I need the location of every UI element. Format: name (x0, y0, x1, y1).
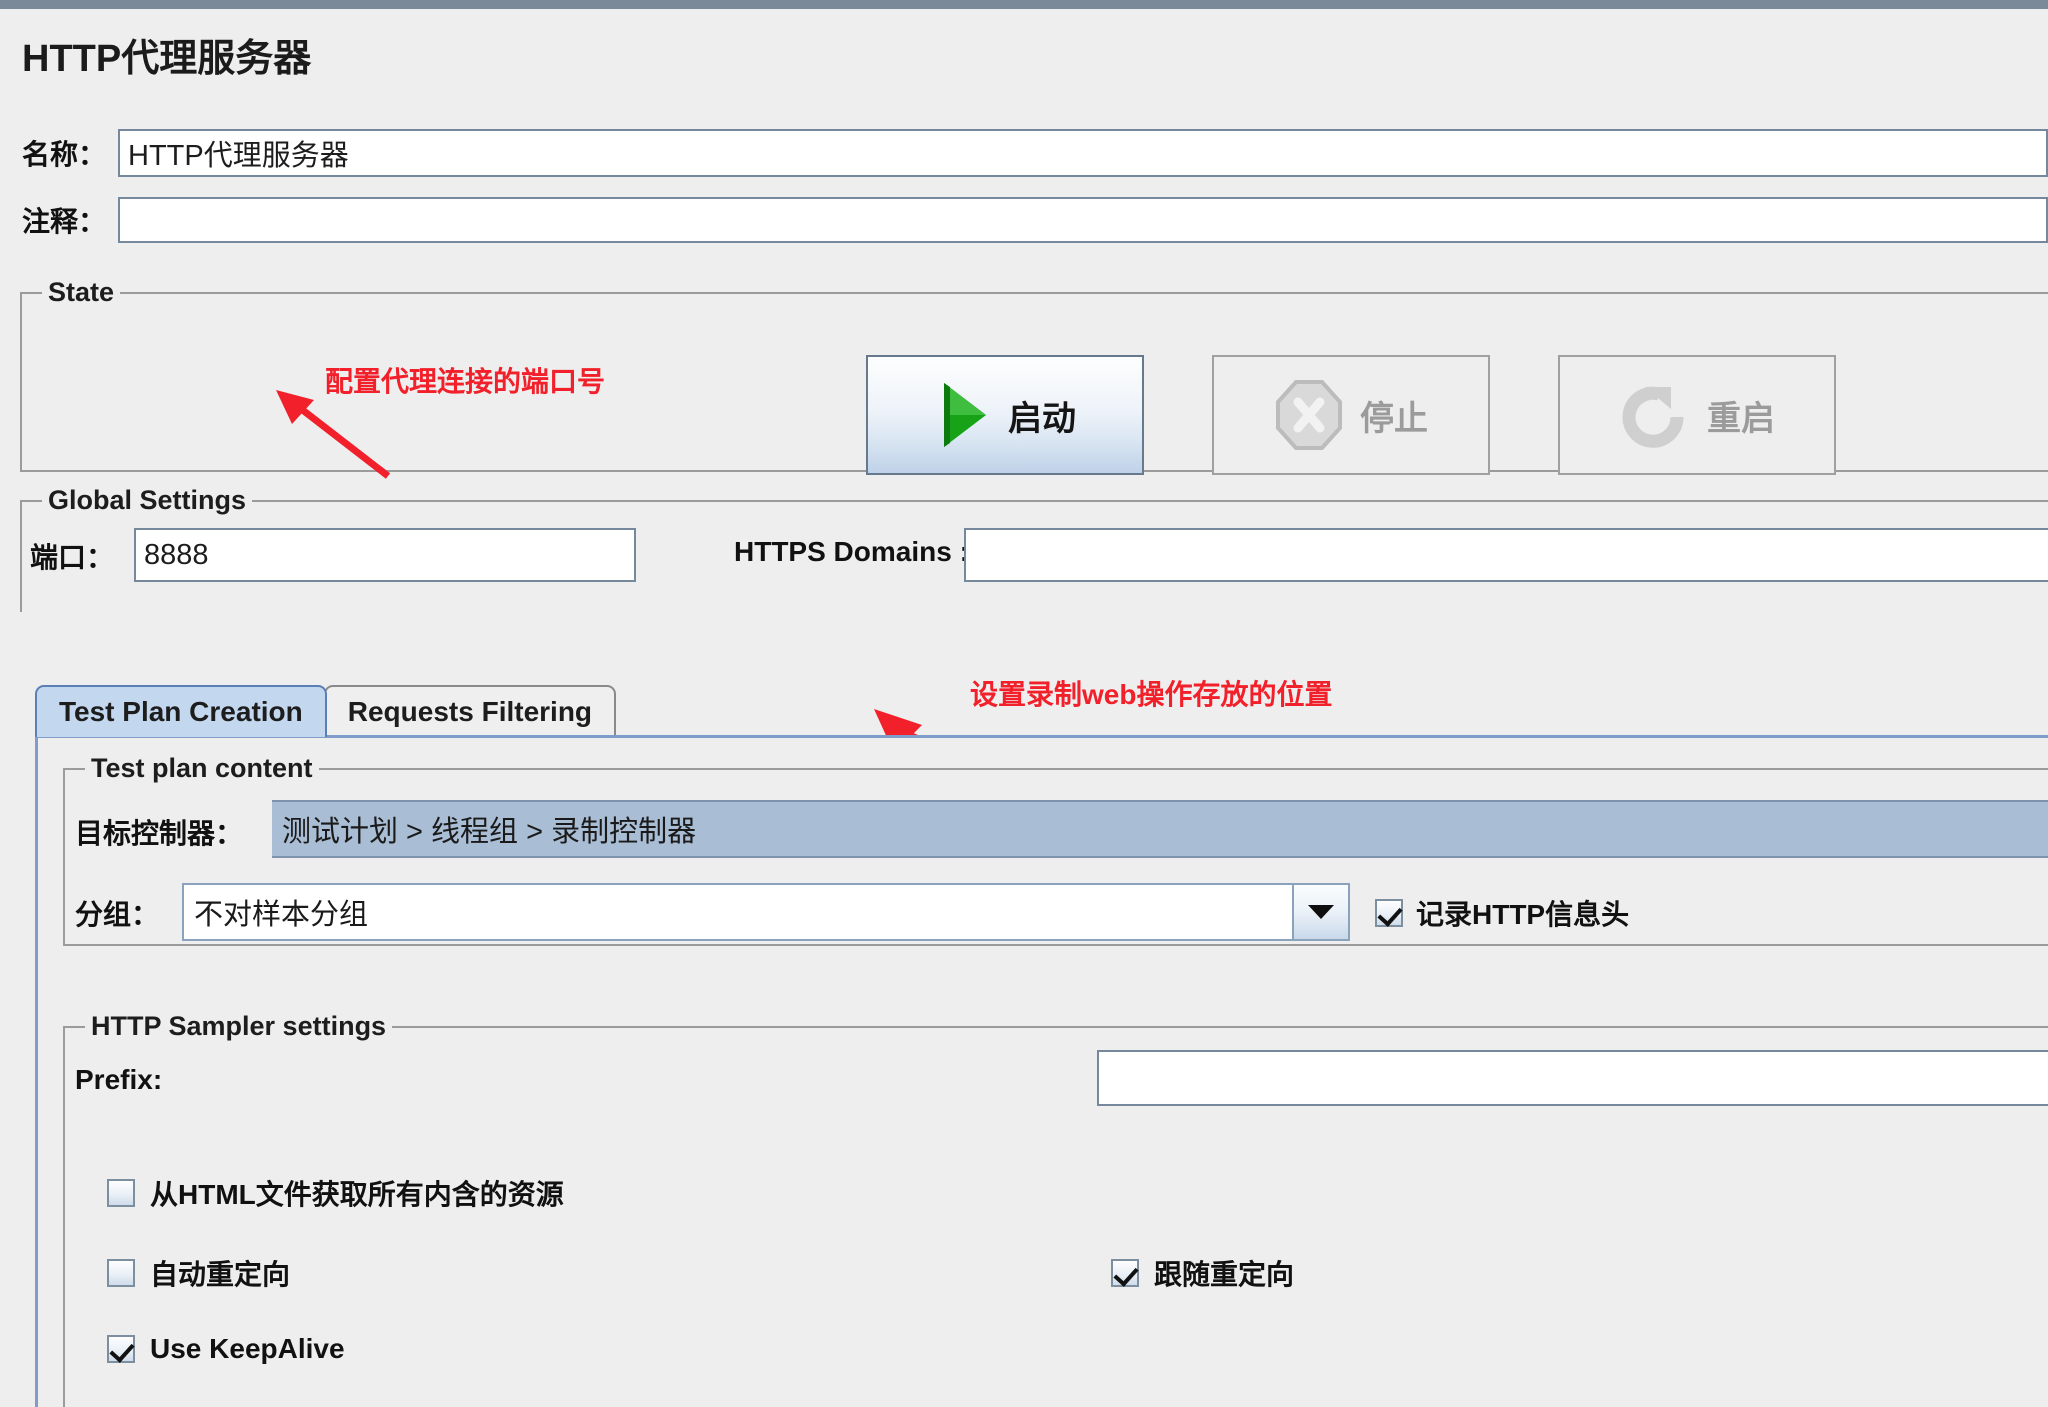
target-controller-label: 目标控制器： (75, 818, 244, 849)
state-group-title: State (42, 277, 121, 308)
http-sampler-settings-group: HTTP Sampler settings Prefix: 从HTML文件获取所… (63, 1011, 2048, 1407)
proxy-server-window: HTTP代理服务器 名称： HTTP代理服务器 注释： State 配置代理连接… (0, 0, 2048, 1407)
restart-button-label: 重启 (1707, 399, 1775, 438)
name-row: 名称： HTTP代理服务器 (12, 126, 2048, 180)
checkbox-use-keepalive[interactable]: Use KeepAlive (107, 1333, 345, 1365)
checkbox-auto-redirect[interactable]: 自动重定向 (107, 1253, 290, 1293)
grouping-combo[interactable]: 不对样本分组 (182, 883, 1350, 941)
stop-button[interactable]: 停止 (1212, 355, 1490, 475)
checkbox-box[interactable] (1375, 899, 1403, 927)
state-buttons: 启动 停止 重启 (866, 355, 1836, 475)
target-controller-combo[interactable]: 测试计划 > 线程组 > 录制控制器 (272, 800, 2048, 858)
tab-test-plan-creation[interactable]: Test Plan Creation (35, 685, 327, 737)
checkbox-box[interactable] (1111, 1259, 1139, 1287)
recording-annotation-text: 设置录制web操作存放的位置 (970, 679, 1333, 710)
page-title: HTTP代理服务器 (22, 38, 312, 80)
port-label: 端口： (30, 542, 115, 573)
http-sampler-settings-group-title: HTTP Sampler settings (85, 1011, 393, 1042)
restart-button[interactable]: 重启 (1558, 355, 1836, 475)
checkbox-label: Use KeepAlive (150, 1333, 345, 1364)
comment-row: 注释： (12, 195, 2048, 245)
stop-octagon-icon (1276, 380, 1342, 450)
checkbox-label: 自动重定向 (150, 1259, 291, 1290)
record-http-headers-label: 记录HTTP信息头 (1416, 899, 1630, 930)
https-domains-label: HTTPS Domains : (734, 536, 969, 567)
test-plan-content-group: Test plan content 目标控制器： 测试计划 > 线程组 > 录制… (63, 753, 2048, 946)
checkbox-label: 跟随重定向 (1154, 1259, 1295, 1290)
grouping-combo-value: 不对样本分组 (194, 899, 369, 931)
prefix-input[interactable] (1097, 1050, 2048, 1106)
restart-arrow-icon (1622, 386, 1684, 448)
start-button[interactable]: 启动 (866, 355, 1144, 475)
tab-bar: Test Plan Creation Requests Filtering (35, 685, 617, 737)
stop-button-label: 停止 (1360, 399, 1428, 438)
tab-content-panel: Test plan content 目标控制器： 测试计划 > 线程组 > 录制… (35, 735, 2048, 1407)
tab-requests-filtering[interactable]: Requests Filtering (323, 685, 617, 737)
global-settings-row: 端口： 8888 HTTPS Domains : (22, 528, 2048, 588)
checkbox-label: 从HTML文件获取所有内含的资源 (150, 1179, 564, 1210)
port-annotation-text: 配置代理连接的端口号 (325, 366, 606, 397)
target-controller-row: 目标控制器： 测试计划 > 线程组 > 录制控制器 (65, 800, 2048, 862)
triangle-glyph (1308, 905, 1334, 919)
checkbox-follow-redirects[interactable]: 跟随重定向 (1111, 1253, 1294, 1293)
checkbox-box[interactable] (107, 1179, 135, 1207)
name-label: 名称： (22, 139, 107, 170)
checkbox-retrieve-embedded-resources[interactable]: 从HTML文件获取所有内含的资源 (107, 1173, 564, 1213)
test-plan-content-group-title: Test plan content (85, 753, 319, 784)
port-input[interactable]: 8888 (134, 528, 636, 582)
prefix-label: Prefix: (75, 1064, 163, 1095)
grouping-row: 分组： 不对样本分组 记录HTTP信息头 (65, 883, 2048, 943)
comment-label: 注释： (22, 206, 107, 237)
start-button-label: 启动 (1008, 399, 1076, 438)
comment-input[interactable] (118, 197, 2048, 243)
chevron-down-icon[interactable] (1292, 885, 1348, 939)
record-http-headers-checkbox[interactable]: 记录HTTP信息头 (1375, 893, 1629, 933)
checkbox-box[interactable] (107, 1259, 135, 1287)
https-domains-input[interactable] (964, 528, 2048, 582)
name-input[interactable]: HTTP代理服务器 (118, 129, 2048, 177)
global-settings-group-title: Global Settings (42, 485, 253, 516)
checkbox-box[interactable] (107, 1335, 135, 1363)
window-titlebar (0, 0, 2048, 9)
grouping-label: 分组： (75, 899, 160, 930)
global-settings-group: Global Settings 端口： 8888 HTTPS Domains : (20, 485, 2048, 612)
play-icon (944, 383, 986, 447)
